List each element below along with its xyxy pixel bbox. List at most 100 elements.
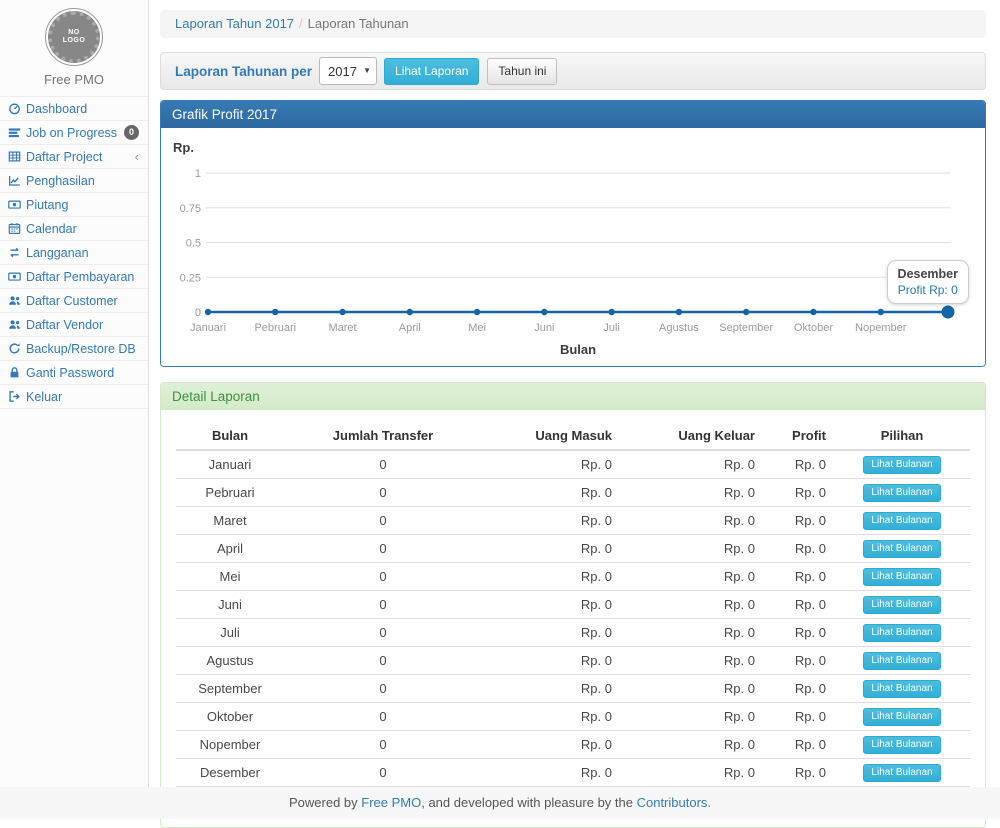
this-year-button[interactable]: Tahun ini: [487, 58, 557, 85]
column-header-bulan: Bulan: [176, 422, 284, 450]
exchange-icon: [7, 246, 21, 260]
svg-text:Bulan: Bulan: [560, 342, 596, 357]
refresh-icon: [7, 342, 21, 356]
sidebar-item-penghasilan[interactable]: Penghasilan: [0, 169, 148, 193]
cell-profit: Rp. 0: [763, 450, 834, 479]
svg-text:0: 0: [195, 307, 201, 319]
view-monthly-button[interactable]: Lihat Bulanan: [863, 736, 940, 754]
cell-profit: Rp. 0: [763, 647, 834, 675]
sidebar-item-job-on-progress[interactable]: Job on Progress0: [0, 121, 148, 145]
cell-uang-keluar: Rp. 0: [620, 759, 763, 787]
sidebar-item-ganti-password[interactable]: Ganti Password: [0, 361, 148, 385]
year-select[interactable]: 2017: [319, 57, 377, 85]
footer-prefix: Powered by: [289, 795, 361, 810]
view-monthly-button[interactable]: Lihat Bulanan: [863, 540, 940, 558]
view-monthly-button[interactable]: Lihat Bulanan: [863, 624, 940, 642]
cell-bulan: Pebruari: [176, 479, 284, 507]
column-header-uang-keluar: Uang Keluar: [620, 422, 763, 450]
svg-text:Juli: Juli: [603, 322, 620, 334]
cell-uang-masuk: Rp. 0: [482, 759, 620, 787]
cell-profit: Rp. 0: [763, 703, 834, 731]
view-monthly-button[interactable]: Lihat Bulanan: [863, 680, 940, 698]
view-report-button[interactable]: Lihat Laporan: [384, 58, 479, 85]
sidebar-item-label: Dashboard: [26, 102, 87, 116]
footer-link-contributors[interactable]: Contributors.: [637, 795, 711, 810]
sidebar-item-label: Daftar Project: [26, 150, 102, 164]
sidebar-item-label: Job on Progress: [26, 126, 117, 140]
chart-panel-title: Grafik Profit 2017: [161, 101, 985, 128]
cell-uang-keluar: Rp. 0: [620, 535, 763, 563]
sidebar-item-label: Daftar Vendor: [26, 318, 103, 332]
table-row: April0Rp. 0Rp. 0Rp. 0Lihat Bulanan: [176, 535, 970, 563]
cell-jumlah-transfer: 0: [284, 731, 482, 759]
cell-uang-masuk: Rp. 0: [482, 479, 620, 507]
line-chart-icon: [7, 174, 21, 188]
svg-text:Juni: Juni: [534, 322, 554, 334]
sidebar-item-backup-restore-db[interactable]: Backup/Restore DB: [0, 337, 148, 361]
cell-bulan: Agustus: [176, 647, 284, 675]
cell-uang-keluar: Rp. 0: [620, 450, 763, 479]
svg-text:Pebruari: Pebruari: [254, 322, 296, 334]
view-monthly-button[interactable]: Lihat Bulanan: [863, 456, 940, 474]
table-row: Agustus0Rp. 0Rp. 0Rp. 0Lihat Bulanan: [176, 647, 970, 675]
sidebar-item-daftar-vendor[interactable]: Daftar Vendor: [0, 313, 148, 337]
table-row: Nopember0Rp. 0Rp. 0Rp. 0Lihat Bulanan: [176, 731, 970, 759]
detail-report-panel: Detail Laporan BulanJumlah TransferUang …: [160, 382, 986, 828]
footer-link-freepmo[interactable]: Free PMO: [361, 795, 421, 810]
svg-text:1: 1: [195, 168, 201, 180]
cell-jumlah-transfer: 0: [284, 535, 482, 563]
view-monthly-button[interactable]: Lihat Bulanan: [863, 484, 940, 502]
view-monthly-button[interactable]: Lihat Bulanan: [863, 512, 940, 530]
cell-jumlah-transfer: 0: [284, 479, 482, 507]
footer-middle: , and developed with pleasure by the: [421, 795, 636, 810]
view-monthly-button[interactable]: Lihat Bulanan: [863, 708, 940, 726]
cell-bulan: Desember: [176, 759, 284, 787]
sidebar-item-piutang[interactable]: Piutang: [0, 193, 148, 217]
sidebar-item-langganan[interactable]: Langganan: [0, 241, 148, 265]
svg-text:Januari: Januari: [190, 322, 226, 334]
users-icon: [7, 318, 21, 332]
cell-profit: Rp. 0: [763, 507, 834, 535]
users-icon: [7, 294, 21, 308]
cell-uang-masuk: Rp. 0: [482, 647, 620, 675]
cell-bulan: September: [176, 675, 284, 703]
table-row: Oktober0Rp. 0Rp. 0Rp. 0Lihat Bulanan: [176, 703, 970, 731]
cell-bulan: Oktober: [176, 703, 284, 731]
sidebar-item-dashboard[interactable]: Dashboard: [0, 97, 148, 121]
tooltip-value: Profit Rp: 0: [898, 282, 958, 298]
breadcrumb-link-year[interactable]: Laporan Tahun 2017: [175, 16, 294, 31]
no-logo-badge: NO LOGO: [48, 11, 100, 63]
sidebar-item-daftar-project[interactable]: Daftar Project‹: [0, 145, 148, 169]
table-row: Maret0Rp. 0Rp. 0Rp. 0Lihat Bulanan: [176, 507, 970, 535]
column-header-jumlah-transfer: Jumlah Transfer: [284, 422, 482, 450]
sidebar-item-label: Langganan: [26, 246, 89, 260]
svg-text:Mei: Mei: [468, 322, 486, 334]
cell-profit: Rp. 0: [763, 591, 834, 619]
svg-text:April: April: [399, 322, 421, 334]
breadcrumb-current: Laporan Tahunan: [308, 16, 409, 31]
cell-bulan: Januari: [176, 450, 284, 479]
cell-uang-masuk: Rp. 0: [482, 535, 620, 563]
table-row: Januari0Rp. 0Rp. 0Rp. 0Lihat Bulanan: [176, 450, 970, 479]
toolbar-label: Laporan Tahunan per: [175, 64, 312, 79]
view-monthly-button[interactable]: Lihat Bulanan: [863, 596, 940, 614]
cell-profit: Rp. 0: [763, 619, 834, 647]
sidebar-item-daftar-customer[interactable]: Daftar Customer: [0, 289, 148, 313]
sidebar-item-daftar-pembayaran[interactable]: Daftar Pembayaran: [0, 265, 148, 289]
cell-bulan: Mei: [176, 563, 284, 591]
cell-uang-keluar: Rp. 0: [620, 591, 763, 619]
sidebar-item-calendar[interactable]: Calendar: [0, 217, 148, 241]
cell-uang-keluar: Rp. 0: [620, 703, 763, 731]
breadcrumb-separator: /: [299, 16, 303, 31]
view-monthly-button[interactable]: Lihat Bulanan: [863, 568, 940, 586]
cell-profit: Rp. 0: [763, 563, 834, 591]
view-monthly-button[interactable]: Lihat Bulanan: [863, 652, 940, 670]
cell-bulan: Juli: [176, 619, 284, 647]
sidebar-item-keluar[interactable]: Keluar: [0, 385, 148, 409]
detail-body: BulanJumlah TransferUang MasukUang Kelua…: [161, 410, 985, 827]
detail-panel-title: Detail Laporan: [161, 383, 985, 410]
view-monthly-button[interactable]: Lihat Bulanan: [863, 764, 940, 782]
logo-text-line2: LOGO: [63, 37, 86, 45]
table-row: Juli0Rp. 0Rp. 0Rp. 0Lihat Bulanan: [176, 619, 970, 647]
profit-chart-canvas[interactable]: 00.250.50.751JanuariPebruariMaretAprilMe…: [161, 128, 985, 366]
